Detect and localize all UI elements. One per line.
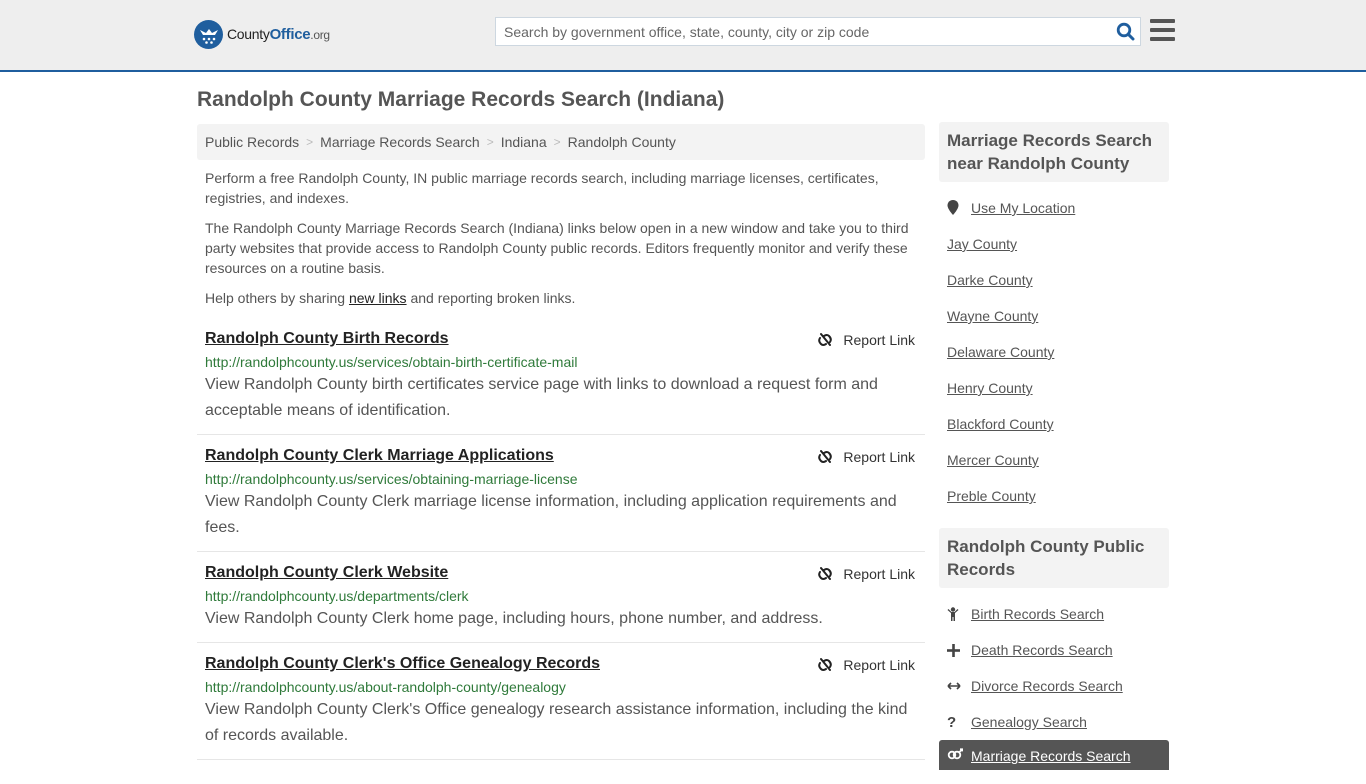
logo-org: .org <box>310 28 330 42</box>
result-description: View Randolph County birth certificates … <box>205 376 878 419</box>
map-marker-icon <box>947 200 971 216</box>
public-record-item-active: Marriage Records Search <box>939 740 1169 770</box>
birth-records-search-link[interactable]: Birth Records Search <box>971 606 1104 622</box>
main-content: Public Records > Marriage Records Search… <box>197 124 925 760</box>
result-url: http://randolphcounty.us/services/obtain… <box>205 354 578 370</box>
intro-paragraph-1: Perform a free Randolph County, IN publi… <box>205 170 879 206</box>
report-link-button[interactable]: Report Link <box>817 566 915 582</box>
nearby-county-link[interactable]: Blackford County <box>947 416 1054 432</box>
nearby-county-link[interactable]: Jay County <box>947 236 1017 252</box>
hamburger-menu-icon[interactable] <box>1150 19 1175 41</box>
breadcrumb-separator: > <box>553 135 561 149</box>
site-header: CountyOffice.org <box>0 0 1366 72</box>
report-link-label: Report Link <box>843 332 915 348</box>
eagle-logo-icon <box>194 20 223 49</box>
public-record-item: Divorce Records Search <box>947 668 1169 704</box>
result-description: View Randolph County Clerk's Office gene… <box>205 701 908 744</box>
broken-link-icon <box>818 658 833 671</box>
arrows-horizontal-icon <box>947 681 971 691</box>
results-list: Randolph County Birth Records Report Lin… <box>197 318 925 760</box>
nearby-county-item: Henry County <box>947 370 1169 406</box>
breadcrumb: Public Records > Marriage Records Search… <box>197 124 925 160</box>
public-record-item: ? Genealogy Search <box>947 704 1169 740</box>
report-link-button[interactable]: Report Link <box>817 449 915 465</box>
broken-link-icon <box>818 333 833 346</box>
result-title-link[interactable]: Randolph County Clerk Website <box>205 562 448 584</box>
sidebar: Marriage Records Search near Randolph Co… <box>939 122 1169 784</box>
nearby-county-link[interactable]: Mercer County <box>947 452 1039 468</box>
report-link-label: Report Link <box>843 657 915 673</box>
result-title-link[interactable]: Randolph County Birth Records <box>205 328 449 350</box>
nearby-county-link[interactable]: Darke County <box>947 272 1033 288</box>
nearby-county-link[interactable]: Wayne County <box>947 308 1038 324</box>
genealogy-search-link[interactable]: Genealogy Search <box>971 714 1087 730</box>
result-url: http://randolphcounty.us/services/obtain… <box>205 471 578 487</box>
search-bar <box>495 17 1141 46</box>
divorce-records-search-link[interactable]: Divorce Records Search <box>971 678 1123 694</box>
intro-paragraph-3: Help others by sharing new links and rep… <box>205 288 917 308</box>
logo-wordmark: CountyOffice.org <box>227 26 330 43</box>
broken-link-icon <box>818 567 833 580</box>
new-links-link[interactable]: new links <box>349 290 407 306</box>
breadcrumb-indiana[interactable]: Indiana <box>501 134 547 150</box>
result-item: Randolph County Clerk Marriage Applicati… <box>197 435 925 552</box>
report-link-button[interactable]: Report Link <box>817 332 915 348</box>
use-my-location-item: Use My Location <box>947 190 1169 226</box>
plus-icon <box>947 643 971 657</box>
nearby-county-link[interactable]: Henry County <box>947 380 1033 396</box>
logo-county: County <box>227 26 270 42</box>
search-input[interactable] <box>496 18 1110 45</box>
nearby-county-item: Preble County <box>947 478 1169 514</box>
nearby-county-link[interactable]: Delaware County <box>947 344 1054 360</box>
venus-mars-icon <box>947 748 971 760</box>
result-description: View Randolph County Clerk marriage lice… <box>205 493 897 536</box>
nearby-county-item: Jay County <box>947 226 1169 262</box>
nearby-heading: Marriage Records Search near Randolph Co… <box>939 122 1169 182</box>
report-link-label: Report Link <box>843 566 915 582</box>
report-link-button[interactable]: Report Link <box>817 657 915 673</box>
nearby-list: Use My Location Jay County Darke County … <box>939 182 1169 528</box>
intro-text: Perform a free Randolph County, IN publi… <box>197 160 925 308</box>
breadcrumb-randolph-county: Randolph County <box>567 134 676 150</box>
question-icon: ? <box>947 713 957 731</box>
result-description: View Randolph County Clerk home page, in… <box>205 610 823 627</box>
use-my-location-link[interactable]: Use My Location <box>971 200 1075 216</box>
search-icon[interactable] <box>1110 18 1140 46</box>
nearby-county-item: Darke County <box>947 262 1169 298</box>
breadcrumb-separator: > <box>306 135 314 149</box>
result-title-link[interactable]: Randolph County Clerk's Office Genealogy… <box>205 653 600 675</box>
report-link-label: Report Link <box>843 449 915 465</box>
help-text: Help others by sharing <box>205 290 349 306</box>
nearby-county-item: Delaware County <box>947 334 1169 370</box>
nearby-county-item: Wayne County <box>947 298 1169 334</box>
result-item: Randolph County Birth Records Report Lin… <box>197 318 925 435</box>
death-records-search-link[interactable]: Death Records Search <box>971 642 1113 658</box>
nearby-county-item: Mercer County <box>947 442 1169 478</box>
public-record-item: Death Records Search <box>947 632 1169 668</box>
breadcrumb-public-records[interactable]: Public Records <box>205 134 299 150</box>
result-item: Randolph County Clerk Website Report Lin… <box>197 552 925 643</box>
nearby-county-link[interactable]: Preble County <box>947 488 1036 504</box>
result-url: http://randolphcounty.us/departments/cle… <box>205 588 469 604</box>
public-records-heading: Randolph County Public Records <box>939 528 1169 588</box>
logo-office: Office <box>269 26 311 43</box>
nearby-county-item: Blackford County <box>947 406 1169 442</box>
broken-link-icon <box>818 450 833 463</box>
intro-paragraph-2: The Randolph County Marriage Records Sea… <box>205 220 909 276</box>
result-title-link[interactable]: Randolph County Clerk Marriage Applicati… <box>205 445 554 467</box>
child-icon <box>947 606 971 622</box>
result-url: http://randolphcounty.us/about-randolph-… <box>205 679 566 695</box>
page-title: Randolph County Marriage Records Search … <box>197 88 725 111</box>
site-logo[interactable]: CountyOffice.org <box>194 20 330 49</box>
result-item: Randolph County Clerk's Office Genealogy… <box>197 643 925 760</box>
help-text-end: and reporting broken links. <box>406 290 576 306</box>
breadcrumb-separator: > <box>486 135 494 149</box>
marriage-records-search-link[interactable]: Marriage Records Search <box>971 748 1131 764</box>
public-records-list: Birth Records Search Death Records Searc… <box>939 588 1169 784</box>
breadcrumb-marriage-records-search[interactable]: Marriage Records Search <box>320 134 480 150</box>
public-record-item: Birth Records Search <box>947 596 1169 632</box>
